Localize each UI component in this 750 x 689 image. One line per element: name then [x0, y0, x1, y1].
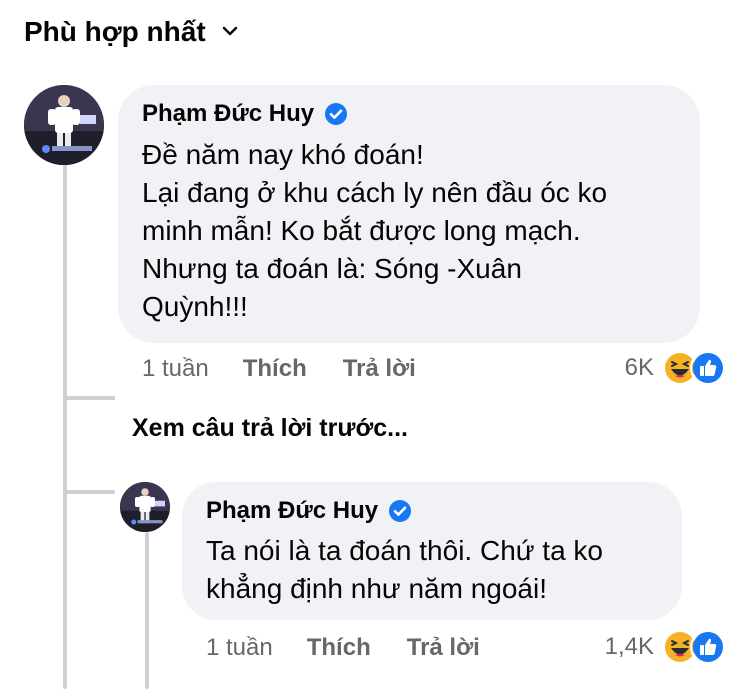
- avatar[interactable]: [24, 85, 104, 165]
- thread-branch: [63, 490, 115, 494]
- reaction-count: 6K: [624, 354, 654, 381]
- reaction-count: 1,4K: [604, 633, 654, 660]
- reply-button[interactable]: Trả lời: [407, 634, 480, 662]
- verified-badge-icon: [324, 102, 348, 126]
- avatar[interactable]: [120, 482, 170, 532]
- sort-label: Phù hợp nhất: [24, 16, 206, 47]
- author-name[interactable]: Phạm Đức Huy: [142, 100, 314, 128]
- comment-text: Đề năm nay khó đoán! Lại đang ở khu cách…: [142, 139, 608, 322]
- reply-button[interactable]: Trả lời: [343, 355, 416, 383]
- verified-badge-icon: [388, 499, 412, 523]
- reactions-summary[interactable]: 1,4K: [605, 629, 726, 665]
- like-button[interactable]: Thích: [243, 355, 307, 383]
- see-previous-replies-link[interactable]: Xem câu trả lời trước...: [132, 414, 408, 443]
- reply-bubble: Phạm Đức Huy Ta nói là ta đoán thôi. Chứ…: [182, 482, 682, 620]
- author-name[interactable]: Phạm Đức Huy: [206, 497, 378, 525]
- reply-time[interactable]: 1 tuần: [206, 634, 273, 662]
- reply-text: Ta nói là ta đoán thôi. Chứ ta ko khẳng …: [206, 535, 603, 604]
- reply-actions: 1 tuần Thích Trả lời: [206, 634, 480, 662]
- like-icon: [690, 629, 726, 665]
- thread-line-reply: [145, 532, 149, 689]
- comment-actions: 1 tuần Thích Trả lời: [142, 355, 416, 383]
- like-button[interactable]: Thích: [307, 634, 371, 662]
- thread-line: [63, 158, 67, 689]
- reactions-summary[interactable]: 6K: [625, 350, 726, 386]
- like-icon: [690, 350, 726, 386]
- thread-branch: [63, 396, 115, 400]
- sort-dropdown[interactable]: Phù hợp nhất: [24, 16, 240, 48]
- comment-bubble: Phạm Đức Huy Đề năm nay khó đoán! Lại đa…: [118, 85, 700, 343]
- comment-time[interactable]: 1 tuần: [142, 355, 209, 383]
- chevron-down-icon: [220, 16, 240, 48]
